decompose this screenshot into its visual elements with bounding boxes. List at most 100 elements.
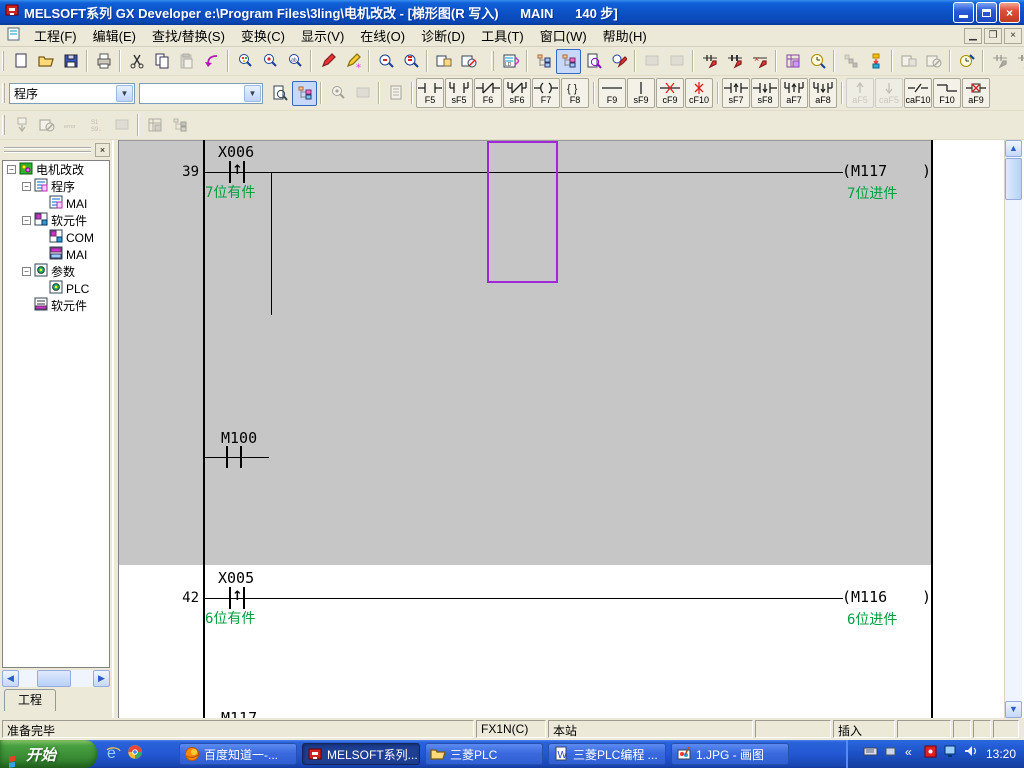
menu-item-3[interactable]: 变换(C): [233, 24, 293, 47]
tree-item-程序[interactable]: −程序: [3, 178, 109, 195]
close-button[interactable]: ×: [999, 2, 1020, 23]
tray-display-icon[interactable]: [943, 744, 958, 764]
restore-button[interactable]: [976, 2, 997, 23]
fkey-F10-button[interactable]: F10: [933, 78, 961, 108]
ladder-editor[interactable]: 39 X006 ↑ 7位有件 (M117 ) 7位进件 M100 42 X005…: [118, 140, 1024, 718]
find-contact-button[interactable]: [581, 49, 606, 74]
find-pencil-button[interactable]: [606, 49, 631, 74]
program-block-button[interactable]: [780, 49, 805, 74]
cut-button[interactable]: [124, 49, 149, 74]
mdi-minimize-button[interactable]: ▁: [964, 28, 982, 44]
scroll-left-icon[interactable]: ◀: [2, 670, 19, 687]
tray-volume-icon[interactable]: [963, 744, 978, 764]
tree-toggle-icon[interactable]: −: [22, 216, 31, 225]
fkey-F5-button[interactable]: F5: [416, 78, 444, 108]
cascade-window-button[interactable]: [456, 49, 481, 74]
tab-project[interactable]: 工程: [4, 689, 56, 711]
entry-monitor-button[interactable]: [954, 49, 979, 74]
menu-item-0[interactable]: 工程(F): [26, 24, 85, 47]
menu-item-2[interactable]: 查找/替换(S): [144, 24, 233, 47]
find-device-button[interactable]: [257, 49, 282, 74]
undo-button[interactable]: [199, 49, 224, 74]
mdi-close-button[interactable]: ×: [1004, 28, 1022, 44]
tree-item-MAI[interactable]: MAI: [3, 195, 109, 212]
time-monitor-button[interactable]: [805, 49, 830, 74]
new-project-button[interactable]: [8, 49, 33, 74]
tile-window-button[interactable]: [431, 49, 456, 74]
fkey-aF9-button[interactable]: aF9: [962, 78, 990, 108]
fkey-F8-button[interactable]: { }F8: [561, 78, 589, 108]
menu-item-4[interactable]: 显示(V): [293, 24, 352, 47]
ladder-edit-2-button[interactable]: [722, 49, 747, 74]
tree-display-button[interactable]: [292, 81, 317, 106]
fkey-sF8-button[interactable]: sF8: [751, 78, 779, 108]
minimize-button[interactable]: [953, 2, 974, 23]
panel-close-icon[interactable]: ×: [95, 143, 110, 157]
fkey-aF7-button[interactable]: aF7: [780, 78, 808, 108]
tree-toggle-icon[interactable]: −: [22, 267, 31, 276]
macro-doc-button[interactable]: [267, 81, 292, 106]
menu-item-9[interactable]: 帮助(H): [595, 24, 655, 47]
scroll-right-icon[interactable]: ▶: [93, 670, 110, 687]
tree-item-软元件[interactable]: 软元件: [3, 297, 109, 314]
open-project-button[interactable]: [33, 49, 58, 74]
scroll-up-icon[interactable]: ▲: [1005, 140, 1022, 157]
tree-item-MAI[interactable]: MAI: [3, 246, 109, 263]
panel-grip[interactable]: [4, 147, 91, 153]
tree-hscrollbar[interactable]: ◀ ▶: [2, 670, 110, 687]
fkey-cF10-button[interactable]: cF10: [685, 78, 713, 108]
fkey-sF7-button[interactable]: sF7: [722, 78, 750, 108]
menu-item-1[interactable]: 编辑(E): [85, 24, 144, 47]
copy-button[interactable]: [149, 49, 174, 74]
combo-dropdown-icon[interactable]: ▼: [244, 85, 261, 102]
ie-icon[interactable]: e: [105, 744, 121, 765]
selection-cursor[interactable]: [487, 141, 558, 283]
find-string-button[interactable]: ab: [282, 49, 307, 74]
project-data-list-button[interactable]: [531, 49, 556, 74]
tree-toggle-icon[interactable]: −: [7, 165, 16, 174]
tree-item-软元件[interactable]: −软元件: [3, 212, 109, 229]
editor-vscrollbar[interactable]: ▲ ▼: [1004, 140, 1022, 718]
fkey-F6-button[interactable]: F6: [474, 78, 502, 108]
fkey-aF8-button[interactable]: aF8: [809, 78, 837, 108]
taskbar-task-4[interactable]: 1.JPG - 画图: [671, 743, 789, 765]
menu-item-7[interactable]: 工具(T): [473, 24, 532, 47]
taskbar-task-3[interactable]: W三菱PLC编程 ...: [548, 743, 666, 765]
tree-item-参数[interactable]: −参数: [3, 263, 109, 280]
menu-item-8[interactable]: 窗口(W): [532, 24, 595, 47]
replace-device-button[interactable]: [315, 49, 340, 74]
fkey-sF9-button[interactable]: sF9: [627, 78, 655, 108]
find-button[interactable]: [232, 49, 257, 74]
tree-item-电机改改[interactable]: −电机改改: [3, 161, 109, 178]
print-button[interactable]: [91, 49, 116, 74]
taskbar-task-2[interactable]: 三菱PLC: [425, 743, 543, 765]
scroll-thumb[interactable]: [37, 670, 71, 687]
tree-item-COM[interactable]: COM: [3, 229, 109, 246]
step-run-color-button[interactable]: [863, 49, 888, 74]
project-tree-button[interactable]: [556, 49, 581, 74]
tree-toggle-icon[interactable]: −: [22, 182, 31, 191]
fkey-cF9-button[interactable]: cF9: [656, 78, 684, 108]
tray-input-method-icon[interactable]: [863, 744, 878, 764]
ladder-logic-test-button[interactable]: LD: [498, 49, 523, 74]
tray-alarm-icon[interactable]: [923, 744, 938, 764]
fkey-caF10-button[interactable]: caF10: [904, 78, 932, 108]
menu-item-6[interactable]: 诊断(D): [413, 24, 473, 47]
fkey-sF5-button[interactable]: sF5: [445, 78, 473, 108]
data-kind-combobox[interactable]: 程序 ▼: [9, 83, 135, 104]
taskbar-task-1[interactable]: MELSOFT系列...: [302, 743, 420, 765]
replace-string-button[interactable]: ＊: [340, 49, 365, 74]
tree-item-PLC[interactable]: PLC: [3, 280, 109, 297]
fkey-sF6-button[interactable]: sF6: [503, 78, 531, 108]
scroll-down-icon[interactable]: ▼: [1005, 701, 1022, 718]
save-project-button[interactable]: [58, 49, 83, 74]
zoom-in-button[interactable]: [398, 49, 423, 74]
zoom-out-button[interactable]: [373, 49, 398, 74]
scroll-thumb[interactable]: [1005, 158, 1022, 200]
mdi-restore-button[interactable]: ❐: [984, 28, 1002, 44]
chrome-icon[interactable]: [127, 744, 143, 765]
device-combobox[interactable]: ▼: [139, 83, 263, 104]
ladder-edit-3-button[interactable]: ×: [747, 49, 772, 74]
start-button[interactable]: 开始: [0, 740, 97, 768]
fkey-F9-button[interactable]: F9: [598, 78, 626, 108]
